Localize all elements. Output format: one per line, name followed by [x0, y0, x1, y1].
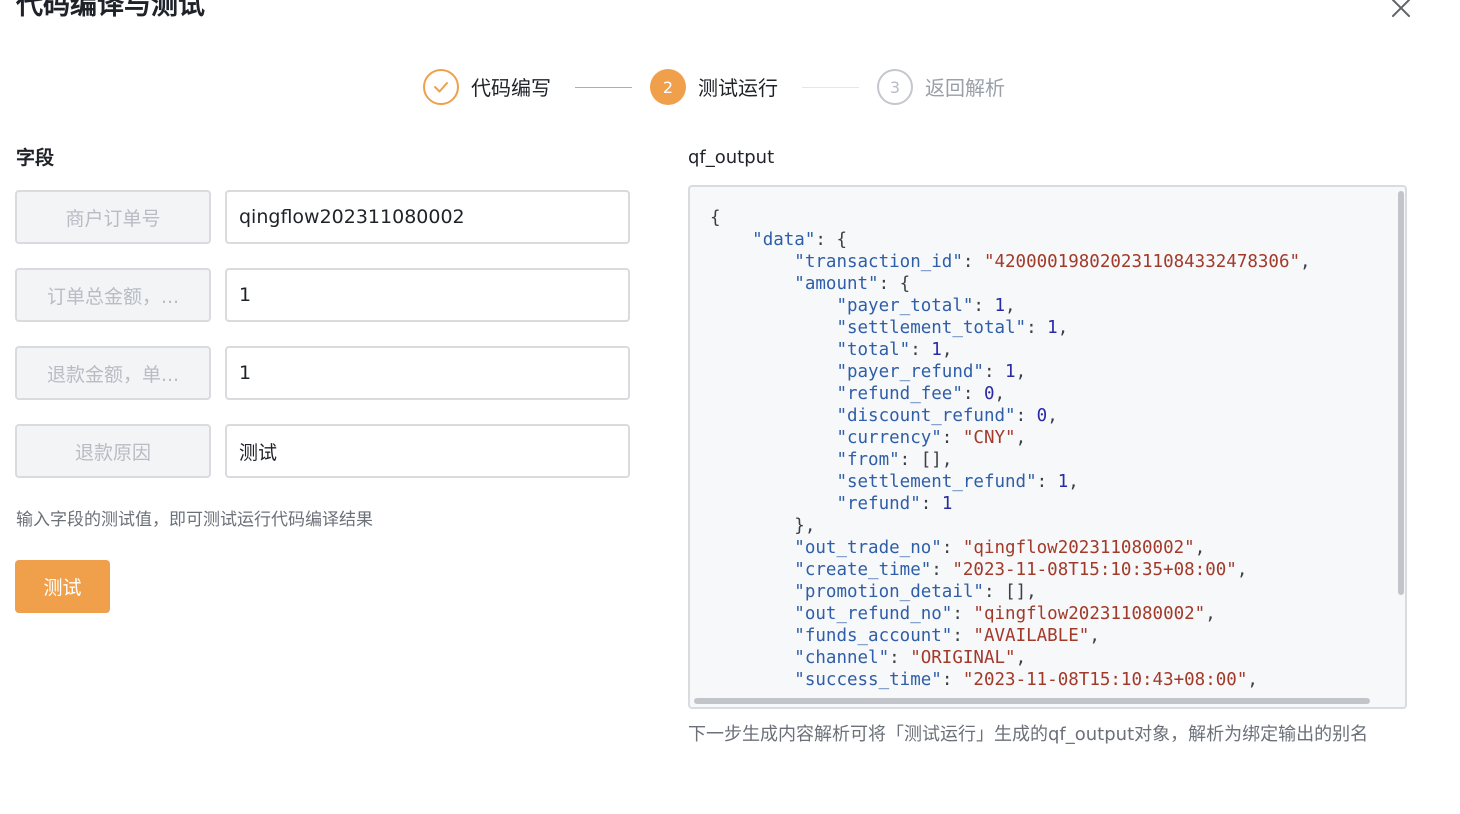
code-key: "out_refund_no": [794, 604, 953, 624]
step-connector-2: [802, 87, 859, 88]
code-key: "settlement_refund": [836, 472, 1037, 492]
code-key: "transaction_id": [794, 252, 963, 272]
code-line: "from": [],: [836, 450, 953, 470]
code-key: "payer_refund": [836, 362, 984, 382]
code-line: "payer_total": 1,: [836, 296, 1016, 316]
code-value: 1: [1005, 362, 1016, 382]
code-line: "refund_fee": 0,: [836, 384, 1006, 404]
code-line: "promotion_detail": [],: [794, 582, 1037, 602]
test-button[interactable]: 测试: [15, 560, 110, 613]
close-icon[interactable]: [1390, 0, 1412, 19]
code-value: "2023-11-08T15:10:43+08:00": [962, 670, 1248, 690]
code-value: 1: [941, 494, 953, 514]
code-line: "discount_refund": 0,: [836, 406, 1058, 426]
code-key: "settlement_total": [836, 318, 1027, 338]
field-row: 退款原因 测试: [15, 424, 630, 478]
field-name-input[interactable]: 退款原因: [15, 424, 211, 478]
field-value-input[interactable]: qingflow202311080002: [225, 190, 630, 244]
field-name-input[interactable]: 商户订单号: [15, 190, 211, 244]
fields-hint: 输入字段的测试值，即可测试运行代码编译结果: [16, 510, 373, 530]
field-name-input[interactable]: 退款金额，单...: [15, 346, 211, 400]
code-key: "refund_fee": [836, 384, 963, 404]
code-value: []: [1005, 582, 1027, 602]
code-line: {: [710, 208, 721, 228]
code-key: "channel": [794, 648, 890, 668]
code-value: {: [836, 230, 847, 250]
code-line: "out_trade_no": "qingflow202311080002",: [794, 538, 1206, 558]
step-1-label: 代码编写: [471, 76, 551, 100]
fields-section-label: 字段: [16, 147, 55, 169]
code-key: "success_time": [794, 670, 942, 690]
code-value: {: [899, 274, 911, 294]
step-3-label: 返回解析: [925, 76, 1005, 100]
code-value: 1: [931, 340, 942, 360]
code-value: 1: [1057, 472, 1069, 492]
step-3-number: 3: [877, 69, 913, 105]
code-line: "out_refund_no": "qingflow202311080002",: [794, 604, 1216, 624]
code-line: "settlement_refund": 1,: [836, 472, 1079, 492]
code-value: "qingflow202311080002": [973, 604, 1206, 624]
code-key: "funds_account": [794, 626, 953, 646]
field-name-input[interactable]: 订单总金额，...: [15, 268, 211, 322]
code-key: "data": [752, 230, 816, 250]
code-value: "2023-11-08T15:10:35+08:00": [952, 560, 1237, 580]
code-key: "discount_refund": [836, 406, 1016, 426]
code-key: "refund": [836, 494, 921, 514]
step-2-label: 测试运行: [698, 76, 778, 100]
code-value: 1: [1047, 318, 1058, 338]
code-value: 0: [983, 384, 995, 404]
step-1-done-icon: [423, 69, 459, 105]
field-value-input[interactable]: 1: [225, 268, 630, 322]
code-key: "payer_total": [836, 296, 974, 316]
code-key: "promotion_detail": [794, 582, 984, 602]
code-line: "settlement_total": 1,: [836, 318, 1069, 338]
field-value-input[interactable]: 1: [225, 346, 630, 400]
code-line: "funds_account": "AVAILABLE",: [794, 626, 1100, 646]
vertical-scrollbar[interactable]: [1398, 191, 1404, 595]
code-key: "create_time": [794, 560, 932, 580]
code-line: "total": 1,: [836, 340, 953, 360]
code-line: },: [794, 516, 816, 536]
code-value: "ORIGINAL": [910, 648, 1016, 668]
field-row: 退款金额，单... 1: [15, 346, 630, 400]
field-value-input[interactable]: 测试: [225, 424, 630, 478]
code-value: []: [920, 450, 942, 470]
code-line: "amount": {: [794, 274, 911, 294]
code-line: "channel": "ORIGINAL",: [794, 648, 1027, 668]
horizontal-scrollbar[interactable]: [694, 698, 1370, 704]
field-row: 订单总金额，... 1: [15, 268, 630, 322]
code-line: "payer_refund": 1,: [836, 362, 1027, 382]
code-value: "qingflow202311080002": [962, 538, 1195, 558]
output-code: { "data": { "transaction_id": "420000198…: [710, 207, 1311, 691]
code-line: "success_time": "2023-11-08T15:10:43+08:…: [794, 670, 1258, 690]
output-label: qf_output: [688, 147, 775, 168]
code-value: 0: [1036, 406, 1048, 426]
output-note: 下一步生成内容解析可将「测试运行」生成的qf_output对象，解析为绑定输出的…: [688, 724, 1369, 745]
code-value: 1: [994, 296, 1006, 316]
code-key: "currency": [836, 428, 942, 448]
code-value: "CNY": [962, 428, 1016, 448]
code-line: "currency": "CNY",: [836, 428, 1027, 448]
code-value: "AVAILABLE": [973, 626, 1090, 646]
code-line: "create_time": "2023-11-08T15:10:35+08:0…: [794, 560, 1248, 580]
code-line: "transaction_id": "420000198020231108433…: [794, 252, 1311, 272]
code-line: "refund": 1: [836, 494, 953, 514]
code-key: "total": [836, 340, 911, 360]
code-line: "data": {: [752, 230, 847, 250]
step-connector-1: [575, 87, 632, 88]
output-code-viewer[interactable]: { "data": { "transaction_id": "420000198…: [688, 185, 1407, 709]
steps-bar: 代码编写 2 测试运行 3 返回解析: [0, 69, 1460, 105]
field-row: 商户订单号 qingflow202311080002: [15, 190, 630, 244]
code-value: "4200001980202311084332478306": [983, 252, 1301, 272]
dialog-title: 代码编译与测试: [16, 0, 205, 21]
code-key: "out_trade_no": [794, 538, 942, 558]
code-key: "amount": [794, 274, 879, 294]
step-2-number: 2: [650, 69, 686, 105]
code-key: "from": [836, 450, 900, 470]
